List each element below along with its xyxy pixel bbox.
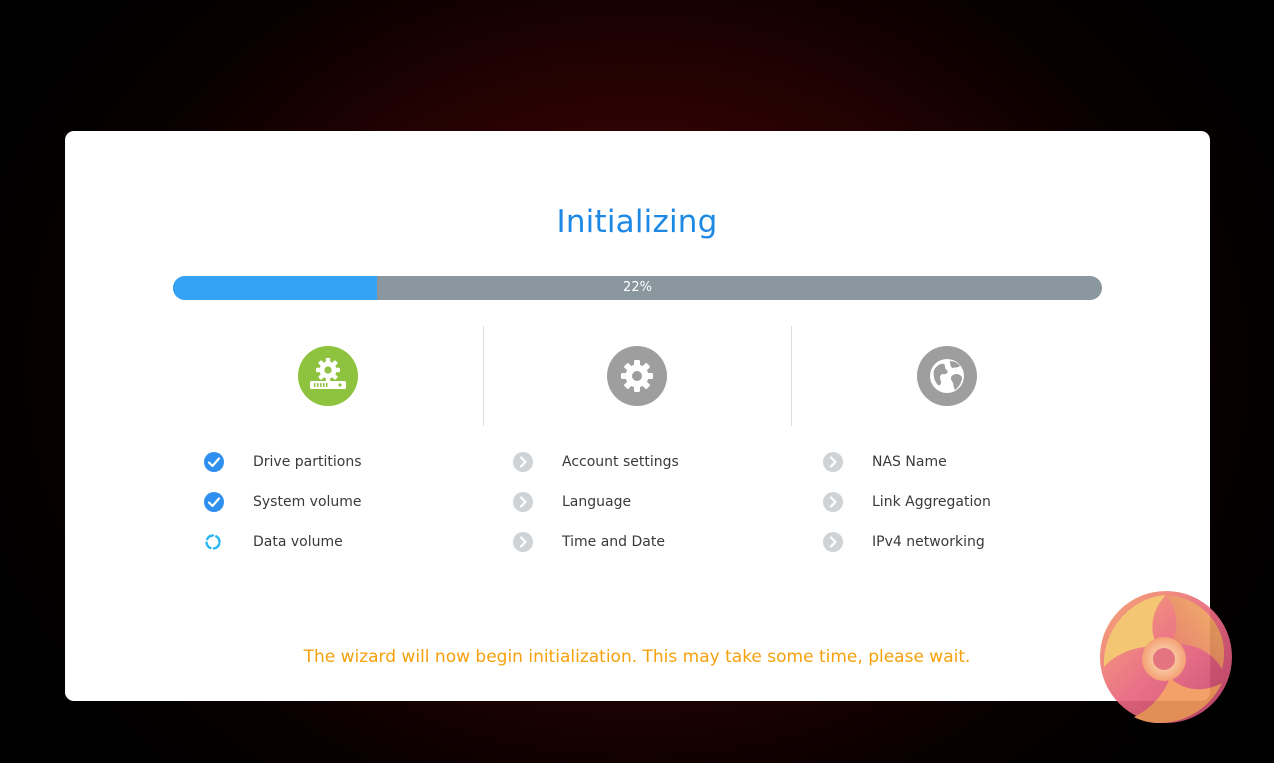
check-circle-icon [203,491,225,513]
chevron-circle-icon [822,531,844,553]
step-label: IPv4 networking [872,534,985,550]
stage-divider [791,326,792,426]
gear-icon [607,346,667,406]
step-label: Data volume [253,534,343,550]
check-circle-icon [203,451,225,473]
progress-percent-label: 22% [623,280,652,295]
chevron-circle-icon [512,491,534,513]
loading-spinner-icon [203,531,225,553]
step-label: NAS Name [872,454,947,470]
watermark-logo [1094,585,1239,735]
drive-gear-icon [298,346,358,406]
stage-divider [483,326,484,426]
step-label: Drive partitions [253,454,362,470]
step-label: Link Aggregation [872,494,991,510]
progress-bar: 22% [173,276,1102,300]
step-label: Language [562,494,632,510]
step-label: Account settings [562,454,679,470]
wizard-title: Initializing [556,204,718,240]
step-label: System volume [253,494,362,510]
chevron-circle-icon [512,531,534,553]
chevron-circle-icon [822,451,844,473]
globe-icon [917,346,977,406]
step-label: Time and Date [562,534,665,550]
wizard-status-message: The wizard will now begin initialization… [303,647,971,667]
chevron-circle-icon [512,451,534,473]
chevron-circle-icon [822,491,844,513]
